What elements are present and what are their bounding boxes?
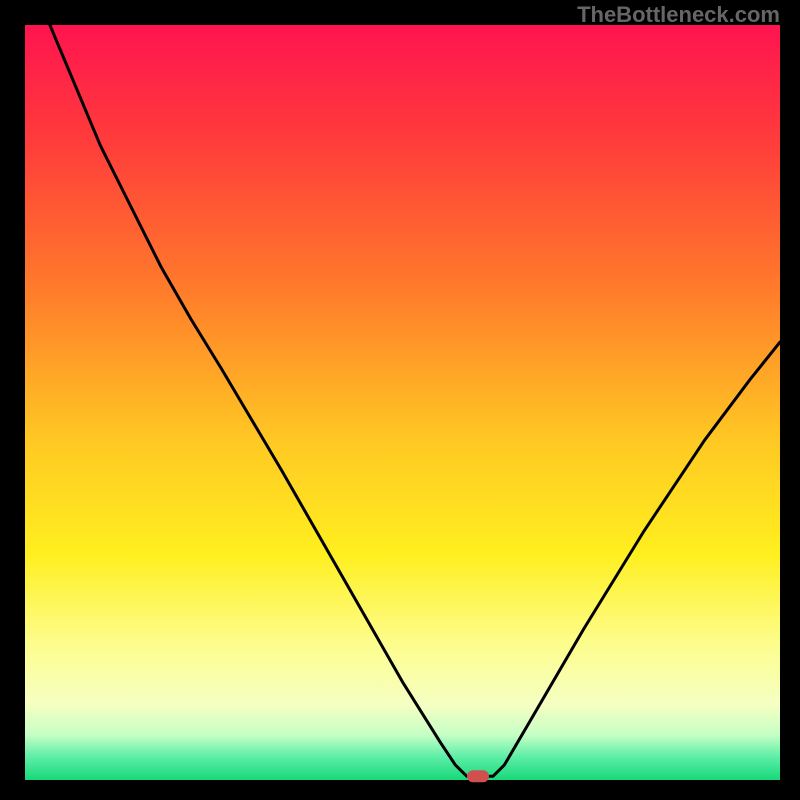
optimal-marker [467,770,489,782]
watermark: TheBottleneck.com [577,2,780,28]
plot-background [25,25,780,780]
chart-svg [0,0,800,800]
chart-container: TheBottleneck.com [0,0,800,800]
